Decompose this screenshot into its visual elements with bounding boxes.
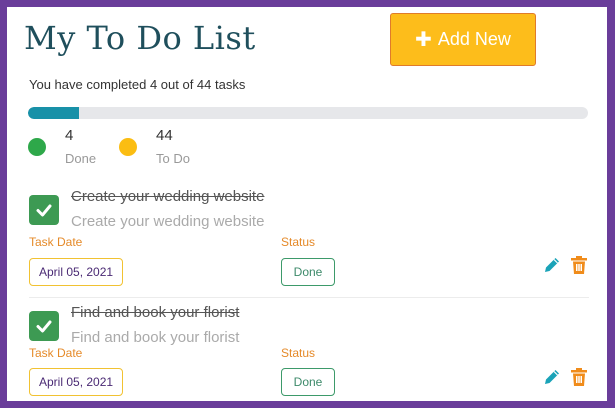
progress-bar	[28, 107, 588, 119]
plus-icon: ✚	[415, 28, 432, 51]
task-date-label: Task Date	[29, 346, 83, 360]
done-stat: 4 Done	[28, 127, 118, 173]
completion-summary: You have completed 4 out of 44 tasks	[29, 77, 246, 92]
task-item: Create your wedding website Create your …	[7, 183, 607, 293]
todo-stat: 44 To Do	[119, 127, 229, 173]
task-status-label: Status	[281, 346, 316, 360]
checkmark-icon	[36, 204, 52, 217]
task-item: Find and book your florist Find and book…	[7, 299, 607, 401]
page-title: My To Do List	[24, 19, 256, 57]
task-checkbox[interactable]	[29, 195, 59, 225]
checkmark-icon	[36, 320, 52, 333]
add-new-button[interactable]: ✚ Add New	[390, 13, 536, 66]
pencil-icon[interactable]	[542, 367, 562, 387]
done-label: Done	[65, 151, 97, 166]
pencil-icon[interactable]	[542, 255, 562, 275]
task-description: Create your wedding website	[71, 213, 265, 230]
task-checkbox[interactable]	[29, 311, 59, 341]
task-description: Find and book your florist	[71, 329, 240, 346]
task-status-label: Status	[281, 235, 316, 249]
done-count: 4	[65, 127, 74, 144]
task-date-label: Task Date	[29, 235, 83, 249]
task-date-badge: April 05, 2021	[29, 258, 124, 286]
add-new-label: Add New	[437, 29, 511, 49]
todo-panel: My To Do List ✚ Add New You have complet…	[7, 7, 607, 401]
task-date-badge: April 05, 2021	[29, 368, 124, 396]
trash-icon[interactable]	[570, 367, 588, 387]
task-title: Find and book your florist	[71, 304, 240, 321]
trash-icon[interactable]	[570, 255, 588, 275]
progress-bar-fill	[28, 107, 79, 119]
todo-count: 44	[156, 127, 173, 144]
done-dot-icon	[28, 138, 46, 156]
task-title: Create your wedding website	[71, 188, 265, 205]
task-status-badge: Done	[281, 368, 335, 396]
todo-label: To Do	[156, 151, 190, 166]
todo-dot-icon	[119, 138, 137, 156]
task-divider	[29, 297, 589, 298]
task-status-badge: Done	[281, 258, 335, 286]
